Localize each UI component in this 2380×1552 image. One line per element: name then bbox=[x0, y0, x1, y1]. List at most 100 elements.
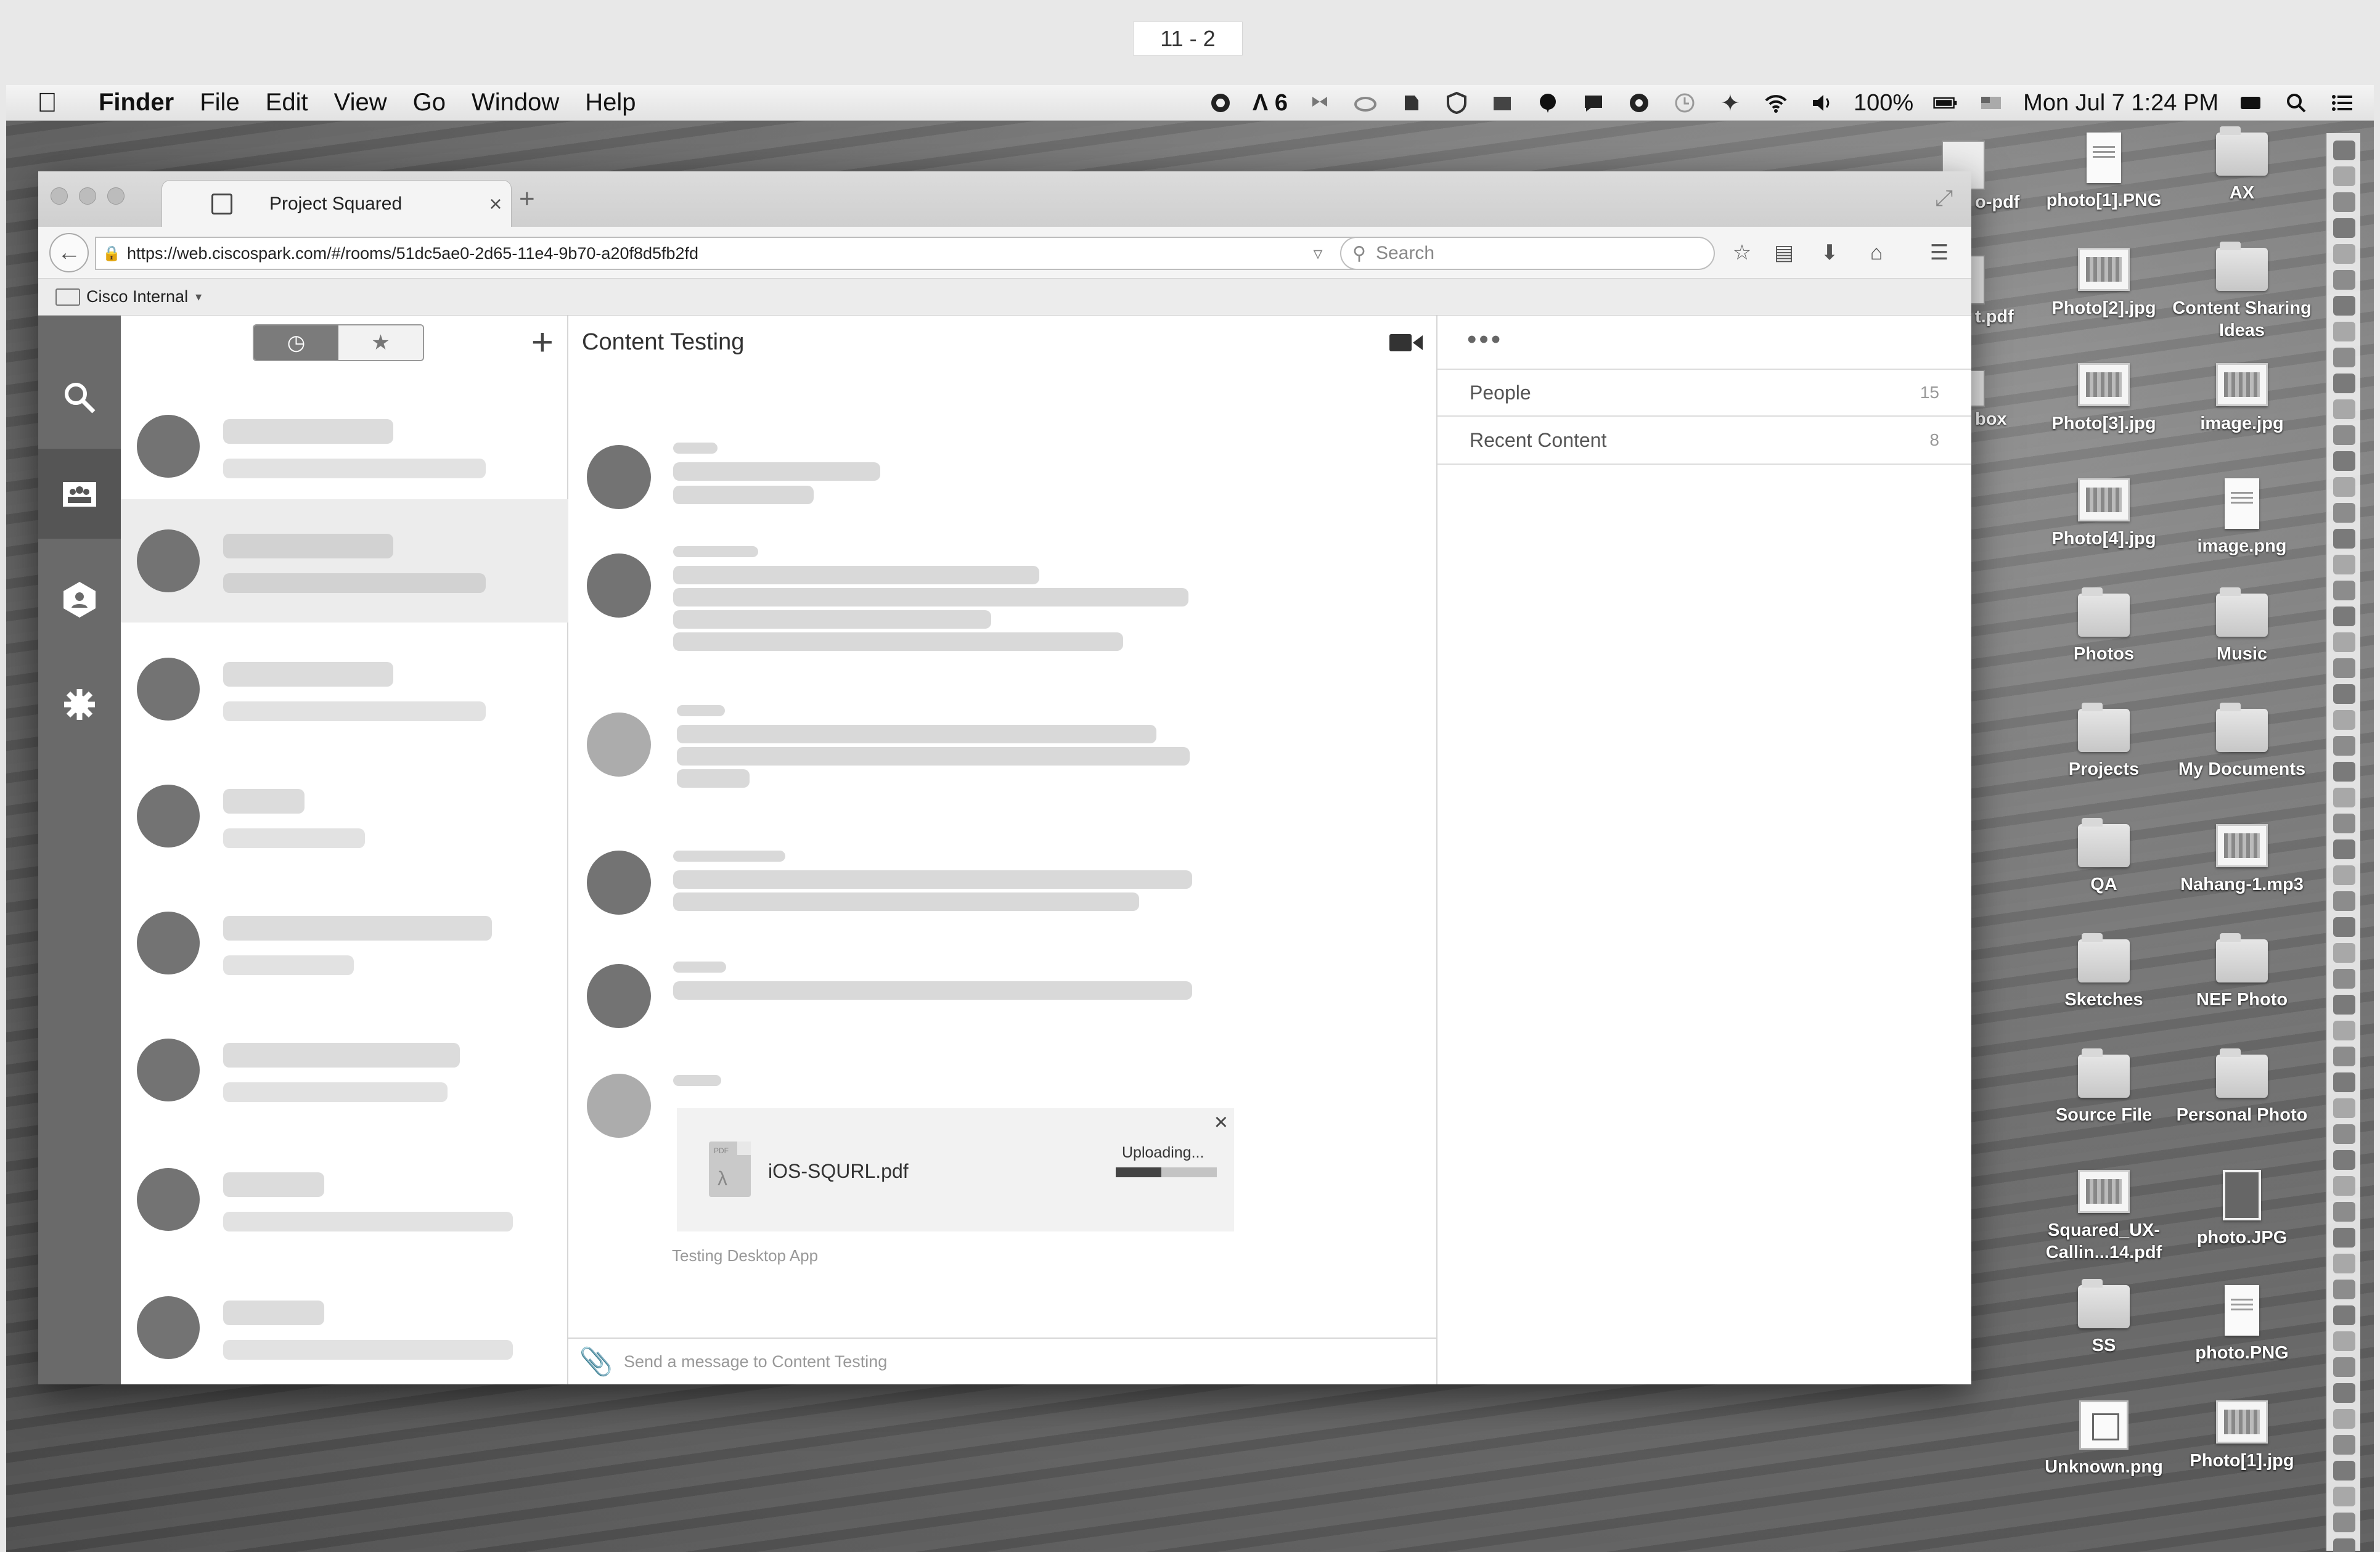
dock-app-icon[interactable] bbox=[2333, 1021, 2355, 1040]
browser-tab[interactable]: Project Squared × bbox=[162, 180, 512, 227]
dock-app-icon[interactable] bbox=[2333, 1305, 2355, 1325]
desktop-icon[interactable]: photo.PNG bbox=[2171, 1285, 2313, 1364]
dock-app-icon[interactable] bbox=[2333, 1435, 2355, 1455]
dock-app-icon[interactable] bbox=[2333, 1202, 2355, 1222]
desktop-icon[interactable]: Music bbox=[2171, 587, 2313, 665]
desktop-icon[interactable]: Photo[2].jpg bbox=[2033, 248, 2175, 319]
dock-app-icon[interactable] bbox=[2333, 477, 2355, 497]
dock-app-icon[interactable] bbox=[2333, 865, 2355, 885]
desktop-icon[interactable]: Photo[4].jpg bbox=[2033, 478, 2175, 550]
dock-app-icon[interactable] bbox=[2333, 503, 2355, 523]
keyboard-icon[interactable] bbox=[2237, 91, 2264, 115]
dock-app-icon[interactable] bbox=[2333, 1254, 2355, 1273]
balloon-tray-icon[interactable] bbox=[1534, 91, 1561, 115]
messages-tray-icon[interactable] bbox=[1580, 91, 1607, 115]
people-row[interactable]: People 15 bbox=[1437, 369, 1971, 417]
desktop-icon[interactable]: Personal Photo bbox=[2171, 1048, 2313, 1126]
bluetooth-icon[interactable]: ✦ bbox=[1717, 91, 1744, 116]
room-list-item[interactable] bbox=[121, 627, 568, 751]
room-list-item[interactable] bbox=[121, 499, 568, 623]
dock-app-icon[interactable] bbox=[2333, 891, 2355, 911]
dock-app-icon[interactable] bbox=[2333, 1487, 2355, 1506]
downloads-icon[interactable]: ⬇ bbox=[1816, 239, 1843, 266]
flag-icon[interactable] bbox=[1977, 91, 2005, 115]
shield-tray-icon[interactable] bbox=[1443, 91, 1470, 115]
dock-app-icon[interactable] bbox=[2333, 555, 2355, 574]
files-tray-icon[interactable] bbox=[1489, 91, 1516, 115]
dock-app-icon[interactable] bbox=[2333, 141, 2355, 160]
minimize-window-button[interactable] bbox=[79, 187, 96, 205]
dock-app-icon[interactable] bbox=[2333, 969, 2355, 989]
recent-content-row[interactable]: Recent Content 8 bbox=[1437, 417, 1971, 465]
search-input[interactable]: ⚲ Search bbox=[1340, 237, 1715, 270]
dock-app-icon[interactable] bbox=[2333, 1098, 2355, 1118]
wifi-icon[interactable] bbox=[1762, 91, 1789, 115]
dock-app-icon[interactable] bbox=[2333, 1513, 2355, 1532]
volume-icon[interactable] bbox=[1808, 91, 1835, 115]
menu-help[interactable]: Help bbox=[585, 89, 636, 116]
dock-app-icon[interactable] bbox=[2333, 1409, 2355, 1429]
cancel-upload-icon[interactable]: × bbox=[1214, 1109, 1228, 1136]
menu-edit[interactable]: Edit bbox=[266, 89, 308, 116]
dock-app-icon[interactable] bbox=[2333, 399, 2355, 419]
menubar-clock[interactable]: Mon Jul 7 1:24 PM bbox=[2023, 90, 2218, 116]
chevron-down-icon[interactable]: ▾ bbox=[195, 289, 202, 304]
back-button[interactable]: ← bbox=[49, 233, 89, 272]
dock-app-icon[interactable] bbox=[2333, 581, 2355, 600]
dock-app-icon[interactable] bbox=[2333, 1124, 2355, 1144]
dock-app-icon[interactable] bbox=[2333, 166, 2355, 186]
dock-app-icon[interactable] bbox=[2333, 529, 2355, 549]
desktop-icon[interactable]: SS bbox=[2033, 1279, 2175, 1357]
dock-app-icon[interactable] bbox=[2333, 1228, 2355, 1248]
close-window-button[interactable] bbox=[51, 187, 68, 205]
nav-rooms-button[interactable] bbox=[38, 449, 121, 539]
desktop-icon[interactable]: Unknown.png bbox=[2033, 1400, 2175, 1478]
desktop-icon[interactable]: Squared_UX-Callin...14.pdf bbox=[2033, 1170, 2175, 1264]
dock-app-icon[interactable] bbox=[2333, 710, 2355, 730]
dock-app-icon[interactable] bbox=[2333, 788, 2355, 807]
battery-icon[interactable] bbox=[1932, 91, 1959, 115]
menu-file[interactable]: File bbox=[200, 89, 239, 116]
desktop-icon[interactable]: Photo[1].jpg bbox=[2171, 1400, 2313, 1472]
desktop-icon[interactable]: Projects bbox=[2033, 703, 2175, 780]
dock-app-icon[interactable] bbox=[2333, 374, 2355, 393]
nav-search-button[interactable] bbox=[38, 353, 121, 443]
desktop-icon[interactable]: Source File bbox=[2033, 1048, 2175, 1126]
dock-app-icon[interactable] bbox=[2333, 1461, 2355, 1481]
desktop-icon[interactable]: Content Sharing Ideas bbox=[2171, 242, 2313, 342]
dock-app-icon[interactable] bbox=[2333, 736, 2355, 756]
history-dropdown-icon[interactable]: ▿ bbox=[1303, 243, 1333, 264]
dock-app-icon[interactable] bbox=[2333, 607, 2355, 626]
room-list-item[interactable] bbox=[121, 1266, 568, 1389]
spotlight-icon[interactable] bbox=[2283, 91, 2310, 115]
fullscreen-icon[interactable]: ⤢ bbox=[1935, 185, 1953, 211]
dock-app-icon[interactable] bbox=[2333, 917, 2355, 937]
menu-view[interactable]: View bbox=[334, 89, 387, 116]
home-icon[interactable]: ⌂ bbox=[1863, 239, 1890, 266]
desktop-icon[interactable]: Sketches bbox=[2033, 933, 2175, 1011]
desktop-icon[interactable]: Photo[3].jpg bbox=[2033, 363, 2175, 435]
apple-menu-icon[interactable]:  bbox=[37, 88, 74, 118]
dock-app-icon[interactable] bbox=[2333, 348, 2355, 367]
room-list-item[interactable] bbox=[121, 1138, 568, 1261]
dock-app-icon[interactable] bbox=[2333, 658, 2355, 678]
dock-app-icon[interactable] bbox=[2333, 1072, 2355, 1092]
dock-app-icon[interactable] bbox=[2333, 814, 2355, 833]
dock-app-icon[interactable] bbox=[2333, 1383, 2355, 1403]
dock-app-icon[interactable] bbox=[2333, 322, 2355, 341]
dock-app-icon[interactable] bbox=[2333, 1331, 2355, 1351]
desktop-icon[interactable]: My Documents bbox=[2171, 703, 2313, 780]
close-tab-icon[interactable]: × bbox=[480, 191, 511, 217]
desktop-icon[interactable]: Photos bbox=[2033, 587, 2175, 665]
room-list-item[interactable] bbox=[121, 385, 568, 508]
desktop-icon[interactable]: NEF Photo bbox=[2171, 933, 2313, 1011]
creative-cloud-tray-icon[interactable] bbox=[1352, 91, 1379, 115]
message-composer[interactable]: 📎 Send a message to Content Testing bbox=[568, 1338, 1436, 1384]
recent-clock-icon[interactable]: ◷ bbox=[254, 325, 338, 360]
more-options-icon[interactable]: ••• bbox=[1467, 324, 1503, 355]
notification-center-icon[interactable] bbox=[2328, 91, 2355, 115]
dock-app-icon[interactable] bbox=[2333, 1150, 2355, 1170]
dock-app-icon[interactable] bbox=[2333, 632, 2355, 652]
address-bar[interactable]: 🔒 https://web.ciscospark.com/#/rooms/51d… bbox=[95, 237, 1364, 270]
dock-app-icon[interactable] bbox=[2333, 451, 2355, 471]
